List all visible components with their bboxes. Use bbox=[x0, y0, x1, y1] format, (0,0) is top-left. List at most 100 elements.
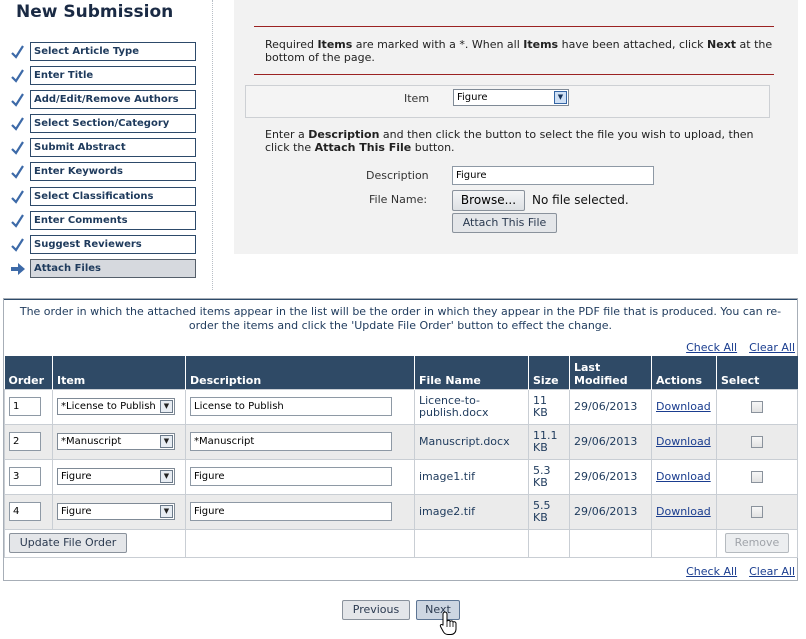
step-enter-title[interactable]: Enter Title bbox=[8, 66, 198, 86]
divider bbox=[4, 299, 797, 300]
last-modified: 29/06/2013 bbox=[569, 458, 652, 495]
check-all-link[interactable]: Check All bbox=[686, 565, 737, 578]
step-enter-keywords[interactable]: Enter Keywords bbox=[8, 162, 198, 182]
select-checkbox[interactable] bbox=[751, 400, 763, 413]
file-size: 11 KB bbox=[528, 388, 570, 425]
step-authors[interactable]: Add/Edit/Remove Authors bbox=[8, 90, 198, 110]
step-label[interactable]: Submit Abstract bbox=[30, 138, 196, 157]
last-modified: 29/06/2013 bbox=[569, 388, 652, 425]
item-label: Item bbox=[404, 92, 430, 105]
table-header-row: Order Item Description File Name Size La… bbox=[4, 356, 798, 389]
file-name: Manuscript.docx bbox=[414, 423, 529, 460]
divider bbox=[254, 74, 774, 75]
checkmark-icon bbox=[10, 114, 26, 134]
select-checkbox[interactable] bbox=[751, 470, 763, 483]
step-label[interactable]: Select Classifications bbox=[30, 187, 196, 206]
file-size: 5.5 KB bbox=[528, 493, 570, 530]
chevron-down-icon: ▼ bbox=[160, 470, 173, 483]
select-checkbox[interactable] bbox=[751, 505, 763, 518]
file-name: Licence-to-publish.docx bbox=[414, 388, 529, 425]
hand-pointer-icon bbox=[439, 611, 459, 636]
step-classifications[interactable]: Select Classifications bbox=[8, 187, 198, 207]
step-enter-comments[interactable]: Enter Comments bbox=[8, 211, 198, 231]
description-input[interactable]: Figure bbox=[190, 467, 392, 486]
step-section-category[interactable]: Select Section/Category bbox=[8, 114, 198, 134]
step-suggest-reviewers[interactable]: Suggest Reviewers bbox=[8, 235, 198, 255]
file-name-label: File Name: bbox=[369, 193, 428, 206]
column-header-description: Description bbox=[185, 356, 415, 389]
page-title: New Submission bbox=[16, 2, 174, 22]
select-checkbox[interactable] bbox=[751, 435, 763, 448]
step-label[interactable]: Suggest Reviewers bbox=[30, 235, 196, 254]
column-header-actions: Actions bbox=[651, 356, 717, 389]
step-label[interactable]: Enter Comments bbox=[30, 211, 196, 230]
table-row: 2 *Manuscript ▼ *Manuscript Manuscript.do… bbox=[4, 423, 798, 460]
attach-this-file-button[interactable]: Attach This File bbox=[452, 213, 557, 233]
item-type-select[interactable]: Figure ▼ bbox=[57, 503, 175, 520]
last-modified: 29/06/2013 bbox=[569, 423, 652, 460]
column-header-size: Size bbox=[528, 356, 570, 389]
arrow-right-icon bbox=[10, 259, 26, 279]
chevron-down-icon: ▼ bbox=[160, 400, 173, 413]
clear-all-link[interactable]: Clear All bbox=[749, 341, 795, 354]
clear-all-link[interactable]: Clear All bbox=[749, 565, 795, 578]
checkmark-icon bbox=[10, 90, 26, 110]
column-header-select: Select bbox=[716, 356, 798, 389]
attached-files-table: Order Item Description File Name Size La… bbox=[4, 356, 798, 558]
browse-button[interactable]: Browse... bbox=[452, 190, 525, 211]
step-label[interactable]: Select Section/Category bbox=[30, 114, 196, 133]
order-input[interactable]: 3 bbox=[9, 467, 41, 486]
checkmark-icon bbox=[10, 138, 26, 158]
step-label[interactable]: Enter Keywords bbox=[30, 162, 196, 181]
no-file-selected-text: No file selected. bbox=[532, 193, 629, 207]
divider bbox=[254, 26, 774, 27]
description-input[interactable]: *Manuscript bbox=[190, 432, 392, 451]
column-header-item: Item bbox=[52, 356, 186, 389]
last-modified: 29/06/2013 bbox=[569, 493, 652, 530]
table-row: 4 Figure ▼ Figure image2.tif 5.5 KB 29/06… bbox=[4, 493, 798, 530]
check-all-link[interactable]: Check All bbox=[686, 341, 737, 354]
update-file-order-button[interactable]: Update File Order bbox=[9, 533, 127, 553]
previous-button[interactable]: Previous bbox=[342, 600, 410, 620]
item-type-select[interactable]: *Manuscript ▼ bbox=[57, 433, 175, 450]
attached-files-section: The order in which the attached items ap… bbox=[3, 298, 798, 581]
download-link[interactable]: Download bbox=[656, 505, 711, 518]
step-submit-abstract[interactable]: Submit Abstract bbox=[8, 138, 198, 158]
file-size: 5.3 KB bbox=[528, 458, 570, 495]
file-name: image1.tif bbox=[414, 458, 529, 495]
chevron-down-icon: ▼ bbox=[554, 91, 567, 104]
chevron-down-icon: ▼ bbox=[160, 435, 173, 448]
description-input[interactable]: Figure bbox=[190, 502, 392, 521]
download-link[interactable]: Download bbox=[656, 435, 711, 448]
checkmark-icon bbox=[10, 66, 26, 86]
checkmark-icon bbox=[10, 187, 26, 207]
item-type-select[interactable]: *License to Publish ▼ bbox=[57, 398, 175, 415]
divider bbox=[212, 0, 213, 290]
order-input[interactable]: 1 bbox=[9, 397, 41, 416]
order-input[interactable]: 2 bbox=[9, 432, 41, 451]
checkmark-icon bbox=[10, 42, 26, 62]
file-name: image2.tif bbox=[414, 493, 529, 530]
item-type-select[interactable]: Figure ▼ bbox=[57, 468, 175, 485]
check-clear-links-top: Check All Clear All bbox=[686, 341, 795, 354]
order-input[interactable]: 4 bbox=[9, 502, 41, 521]
item-select[interactable]: Figure ▼ bbox=[453, 89, 569, 106]
remove-button[interactable]: Remove bbox=[725, 533, 789, 553]
checkmark-icon bbox=[10, 162, 26, 182]
description-input[interactable]: License to Publish bbox=[190, 397, 392, 416]
step-label[interactable]: Add/Edit/Remove Authors bbox=[30, 90, 196, 109]
upload-instructions: Enter a Description and then click the b… bbox=[265, 128, 754, 154]
step-attach-files[interactable]: Attach Files bbox=[8, 259, 198, 279]
description-input[interactable]: Figure bbox=[452, 166, 654, 185]
step-label[interactable]: Attach Files bbox=[30, 259, 196, 278]
table-row: 1 *License to Publish ▼ License to Publis… bbox=[4, 388, 798, 425]
checkmark-icon bbox=[10, 235, 26, 255]
column-header-last-modified: Last Modified bbox=[569, 356, 652, 389]
column-header-file-name: File Name bbox=[414, 356, 529, 389]
download-link[interactable]: Download bbox=[656, 470, 711, 483]
required-items-note: Required Items are marked with a *. When… bbox=[265, 38, 773, 64]
step-label[interactable]: Enter Title bbox=[30, 66, 196, 85]
download-link[interactable]: Download bbox=[656, 400, 711, 413]
step-label[interactable]: Select Article Type bbox=[30, 42, 196, 61]
step-select-article-type[interactable]: Select Article Type bbox=[8, 42, 198, 62]
